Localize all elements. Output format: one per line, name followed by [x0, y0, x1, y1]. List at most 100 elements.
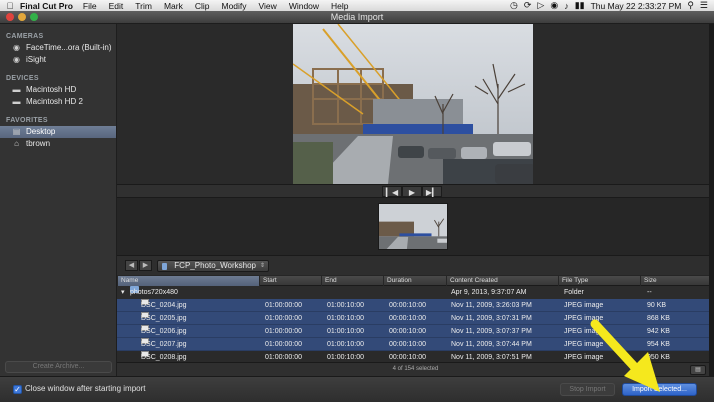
table-row[interactable]: DSC_0207.jpg 01:00:00:00 01:00:10:00 00:…: [117, 338, 714, 351]
airplay-icon[interactable]: ▷: [537, 0, 544, 11]
column-content-created[interactable]: Content Created: [446, 276, 558, 286]
apple-icon[interactable]: : [0, 1, 20, 11]
camera-icon: ◉: [13, 43, 20, 52]
menu-modify[interactable]: Modify: [221, 1, 246, 11]
battery-icon[interactable]: ▮▮: [575, 0, 585, 11]
table-row[interactable]: DSC_0208.jpg 01:00:00:00 01:00:10:00 00:…: [117, 351, 714, 362]
menu-file[interactable]: File: [83, 1, 97, 11]
row-start: 01:00:00:00: [265, 341, 302, 348]
sidebar-item-macintosh-hd-2[interactable]: ▬ Macintosh HD 2: [0, 96, 116, 108]
row-type: JPEG image: [564, 315, 604, 322]
row-end: 01:00:10:00: [327, 315, 364, 322]
column-start[interactable]: Start: [259, 276, 321, 286]
menu-clock[interactable]: Thu May 22 2:33:27 PM: [591, 1, 682, 11]
bottom-bar: ✓ Close window after starting import Sto…: [0, 376, 714, 402]
table-row[interactable]: DSC_0205.jpg 01:00:00:00 01:00:10:00 00:…: [117, 312, 714, 325]
sidebar-item-label: Macintosh HD 2: [26, 97, 83, 106]
menu-help[interactable]: Help: [331, 1, 348, 11]
filmstrip-thumbnail[interactable]: [378, 203, 448, 250]
row-end: 01:00:10:00: [327, 302, 364, 309]
sidebar-item-facetime[interactable]: ◉ FaceTime...ora (Built-in): [0, 42, 116, 54]
table-row[interactable]: DSC_0206.jpg 01:00:00:00 01:00:10:00 00:…: [117, 325, 714, 338]
row-type: JPEG image: [564, 302, 604, 309]
menu-window[interactable]: Window: [289, 1, 319, 11]
menu-edit[interactable]: Edit: [109, 1, 124, 11]
folder-popup[interactable]: FCP_Photo_Workshop ⇕: [157, 260, 269, 272]
row-duration: 00:00:10:00: [389, 341, 426, 348]
row-duration: 00:00:10:00: [389, 328, 426, 335]
column-file-type[interactable]: File Type: [558, 276, 640, 286]
sidebar-item-label: FaceTime...ora (Built-in): [26, 43, 112, 52]
forward-icon[interactable]: ▶: [139, 260, 152, 271]
row-name: DSC_0204.jpg: [141, 302, 187, 309]
menu-app-name[interactable]: Final Cut Pro: [20, 1, 73, 11]
sidebar-item-label: iSight: [26, 55, 47, 64]
column-name[interactable]: Name: [117, 276, 259, 286]
sidebar-item-desktop[interactable]: ▤ Desktop: [0, 126, 116, 138]
back-icon[interactable]: ◀: [125, 260, 138, 271]
drive-icon: ▬: [12, 85, 21, 94]
menu-trim[interactable]: Trim: [135, 1, 152, 11]
row-name: DSC_0206.jpg: [141, 328, 187, 335]
previous-icon[interactable]: ▎◀: [382, 186, 402, 197]
sidebar: CAMERAS ◉ FaceTime...ora (Built-in) ◉ iS…: [0, 24, 117, 376]
folder-icon: [162, 262, 168, 270]
wifi-icon[interactable]: ◉: [550, 0, 558, 11]
time-machine-icon[interactable]: ◷: [510, 0, 518, 11]
row-start: 01:00:00:00: [265, 315, 302, 322]
import-selected-button[interactable]: Import Selected...: [622, 383, 697, 396]
updown-arrows-icon: ⇕: [259, 263, 265, 269]
column-size[interactable]: Size: [640, 276, 714, 286]
volume-icon[interactable]: ♪: [564, 1, 569, 11]
close-window-checkbox[interactable]: ✓: [13, 385, 22, 394]
table-row[interactable]: DSC_0204.jpg 01:00:00:00 01:00:10:00 00:…: [117, 299, 714, 312]
sidebar-header-favorites: FAVORITES: [6, 117, 48, 124]
sidebar-item-macintosh-hd[interactable]: ▬ Macintosh HD: [0, 84, 116, 96]
row-start: 01:00:00:00: [265, 354, 302, 361]
row-duration: 00:00:10:00: [389, 354, 426, 361]
list-icon[interactable]: ☰: [700, 0, 708, 11]
window-edge: [709, 24, 714, 376]
transport-controls: ▎◀ ▶ ▶▎: [117, 184, 714, 198]
row-end: 01:00:10:00: [327, 341, 364, 348]
menu-bar:  Final Cut Pro File Edit Trim Mark Clip…: [0, 0, 714, 11]
menu-view[interactable]: View: [259, 1, 277, 11]
sidebar-item-isight[interactable]: ◉ iSight: [0, 54, 116, 66]
menu-clip[interactable]: Clip: [195, 1, 210, 11]
sidebar-item-tbrown[interactable]: ⌂ tbrown: [0, 138, 116, 150]
row-type: JPEG image: [564, 328, 604, 335]
sidebar-item-label: Desktop: [26, 127, 56, 136]
sidebar-header-cameras: CAMERAS: [6, 33, 44, 40]
window-title: Media Import: [330, 12, 384, 22]
table-header: Name Start End Duration Content Created …: [117, 276, 714, 286]
play-icon[interactable]: ▶: [402, 186, 422, 197]
row-created: Nov 11, 2009, 3:07:31 PM: [451, 315, 532, 322]
disclosure-triangle-icon[interactable]: ▾: [121, 286, 125, 299]
path-bar: ◀ ▶ FCP_Photo_Workshop ⇕: [117, 255, 714, 275]
row-created: Nov 11, 2009, 3:07:51 PM: [451, 354, 532, 361]
menu-mark[interactable]: Mark: [164, 1, 183, 11]
row-size: 950 KB: [647, 354, 670, 361]
drive-icon: ▬: [12, 97, 21, 106]
create-archive-button[interactable]: Create Archive...: [5, 361, 112, 373]
filmstrip-toggle-icon[interactable]: ▤: [690, 365, 706, 375]
home-icon: ⌂: [14, 139, 19, 148]
column-duration[interactable]: Duration: [383, 276, 446, 286]
viewer: [117, 24, 714, 184]
close-window-label[interactable]: Close window after starting import: [25, 384, 146, 393]
row-size: 90 KB: [647, 302, 667, 309]
next-icon[interactable]: ▶▎: [422, 186, 442, 197]
table-row-folder[interactable]: ▾ photos720x480 Apr 9, 2013, 9:37:07 AM …: [117, 286, 714, 299]
row-created: Nov 11, 2009, 3:07:37 PM: [451, 328, 532, 335]
row-end: 01:00:10:00: [327, 354, 364, 361]
window-title-bar: Media Import: [0, 11, 714, 24]
spotlight-icon[interactable]: ⚲: [687, 0, 694, 11]
stop-import-button[interactable]: Stop Import: [560, 383, 615, 396]
column-end[interactable]: End: [321, 276, 383, 286]
row-created: Nov 11, 2009, 3:26:03 PM: [451, 302, 532, 309]
preview-image: [293, 24, 533, 184]
sync-icon[interactable]: ⟳: [524, 0, 532, 11]
folder-popup-label: FCP_Photo_Workshop: [174, 261, 256, 270]
main-area: ▎◀ ▶ ▶▎ ◀ ▶ FCP_Photo_Workshop ⇕ Name St…: [117, 24, 714, 376]
selection-count-label: 4 of 154 selected: [392, 366, 439, 372]
